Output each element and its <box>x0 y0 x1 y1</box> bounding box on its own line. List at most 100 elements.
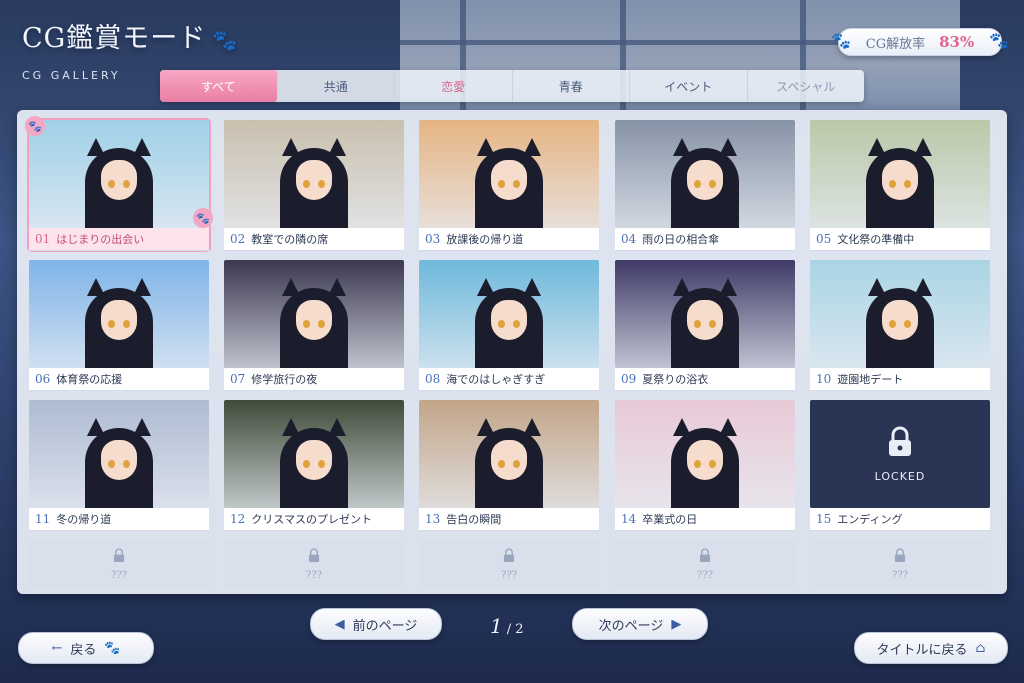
empty-slot-label: ??? <box>891 569 909 581</box>
character-figure <box>860 278 940 368</box>
cg-card[interactable]: 09 夏祭りの浴衣 <box>615 260 795 391</box>
character-figure <box>469 278 549 368</box>
cg-number: 11 <box>35 512 51 526</box>
cg-title: 修学旅行の夜 <box>251 373 318 386</box>
character-figure <box>274 278 354 368</box>
cg-thumbnail <box>29 120 209 228</box>
cg-title: 冬の帰り道 <box>56 513 112 526</box>
cg-thumbnail <box>615 120 795 228</box>
unlock-rate-badge: 🐾 CG解放率 83% 🐾 <box>831 28 1009 56</box>
empty-slot-label: ??? <box>696 569 714 581</box>
empty-slot: ??? <box>810 540 990 588</box>
cg-title: クリスマスのプレゼント <box>251 513 372 526</box>
lock-icon <box>113 547 125 566</box>
home-icon: ⌂ <box>975 640 986 656</box>
paw-icon: 🐾 <box>25 116 45 136</box>
cg-card[interactable]: 08 海でのはしゃぎすぎ <box>419 260 599 391</box>
character-figure <box>665 418 745 508</box>
cg-title: はじまりの出会い <box>56 233 145 246</box>
cg-number: 10 <box>816 372 832 386</box>
cg-number: 02 <box>230 232 246 246</box>
cg-card[interactable]: 07 修学旅行の夜 <box>224 260 404 391</box>
next-page-button[interactable]: 次のページ ▶ <box>572 608 708 640</box>
cg-number: 12 <box>230 512 246 526</box>
character-figure <box>665 278 745 368</box>
back-button[interactable]: ← 戻る 🐾 <box>18 632 154 664</box>
cg-caption: 10 遊園地デート <box>810 368 990 391</box>
lock-icon <box>887 426 913 462</box>
cg-thumbnail <box>419 400 599 508</box>
empty-slot: ??? <box>419 540 599 588</box>
tab-event[interactable]: イベント <box>630 70 748 102</box>
cg-card[interactable]: 03 放課後の帰り道 <box>419 120 599 251</box>
cg-caption: 02 教室での隣の席 <box>224 228 404 251</box>
tab-all[interactable]: すべて <box>160 70 278 102</box>
tab-youth[interactable]: 青春 <box>513 70 630 102</box>
cg-card[interactable]: 13 告白の瞬間 <box>419 400 599 531</box>
unlock-rate-value: 83% <box>939 33 975 51</box>
paw-icon: 🐾 <box>989 31 1009 50</box>
cg-thumbnail <box>419 120 599 228</box>
cg-title: 体育祭の応援 <box>56 373 123 386</box>
cg-card[interactable]: 10 遊園地デート <box>810 260 990 391</box>
cg-thumbnail <box>29 260 209 368</box>
cg-title: 夏祭りの浴衣 <box>642 373 709 386</box>
return-to-title-button[interactable]: タイトルに戻る ⌂ <box>854 632 1008 664</box>
empty-slot: ??? <box>29 540 209 588</box>
character-figure <box>79 278 159 368</box>
cg-caption: 06 体育祭の応援 <box>29 368 209 391</box>
cg-caption: 15 エンディング <box>810 508 990 531</box>
lock-icon <box>894 547 906 566</box>
gallery-panel: 🐾 🐾 01 はじまりの出会い 02 教室での隣の席 03 放課後の帰り道 04 雨の日の相合傘 0… <box>17 110 1007 594</box>
cg-title: 遊園地デート <box>837 373 904 386</box>
cg-card[interactable]: 02 教室での隣の席 <box>224 120 404 251</box>
cg-caption: 05 文化祭の準備中 <box>810 228 990 251</box>
arrow-left-icon: ← <box>51 640 63 656</box>
empty-slot-label: ??? <box>305 569 323 581</box>
cg-title: 文化祭の準備中 <box>837 233 915 246</box>
cg-card[interactable]: 05 文化祭の準備中 <box>810 120 990 251</box>
lock-icon <box>699 547 711 566</box>
cg-card[interactable]: 06 体育祭の応援 <box>29 260 209 391</box>
cg-caption: 12 クリスマスのプレゼント <box>224 508 404 531</box>
cg-number: 13 <box>425 512 441 526</box>
cg-card[interactable]: 04 雨の日の相合傘 <box>615 120 795 251</box>
cg-caption: 03 放課後の帰り道 <box>419 228 599 251</box>
cg-title: 卒業式の日 <box>642 513 698 526</box>
cg-title: 教室での隣の席 <box>251 233 329 246</box>
cg-card[interactable]: LOCKED 15 エンディング <box>810 400 990 531</box>
empty-slot-label: ??? <box>110 569 128 581</box>
cg-thumbnail <box>224 400 404 508</box>
locked-thumbnail: LOCKED <box>810 400 990 508</box>
tab-common[interactable]: 共通 <box>278 70 395 102</box>
cg-title: 告白の瞬間 <box>446 513 502 526</box>
cg-card[interactable]: 🐾 🐾 01 はじまりの出会い <box>25 116 213 252</box>
cg-number: 01 <box>35 232 51 246</box>
cg-thumbnail <box>224 260 404 368</box>
cg-thumbnail <box>810 260 990 368</box>
tab-romance[interactable]: 恋愛 <box>395 70 513 102</box>
cg-thumbnail <box>224 120 404 228</box>
paw-icon: 🐾 <box>193 208 213 228</box>
cg-thumbnail <box>615 400 795 508</box>
character-figure <box>274 138 354 228</box>
lock-icon <box>503 547 515 566</box>
page-indicator: 1/ 2 <box>490 614 524 638</box>
cg-title: 雨の日の相合傘 <box>642 233 720 246</box>
cg-title: 放課後の帰り道 <box>446 233 524 246</box>
cg-number: 04 <box>621 232 637 246</box>
prev-page-button[interactable]: ◀ 前のページ <box>310 608 442 640</box>
cg-number: 06 <box>35 372 51 386</box>
cg-card[interactable]: 11 冬の帰り道 <box>29 400 209 531</box>
cg-caption: 08 海でのはしゃぎすぎ <box>419 368 599 391</box>
tab-special[interactable]: スペシャル <box>748 70 865 102</box>
character-figure <box>79 418 159 508</box>
cg-thumbnail <box>810 120 990 228</box>
cg-card[interactable]: 12 クリスマスのプレゼント <box>224 400 404 531</box>
locked-label: LOCKED <box>874 469 926 483</box>
character-figure <box>665 138 745 228</box>
cg-number: 09 <box>621 372 637 386</box>
character-figure <box>79 138 159 228</box>
cg-card[interactable]: 14 卒業式の日 <box>615 400 795 531</box>
cg-caption: 11 冬の帰り道 <box>29 508 209 531</box>
